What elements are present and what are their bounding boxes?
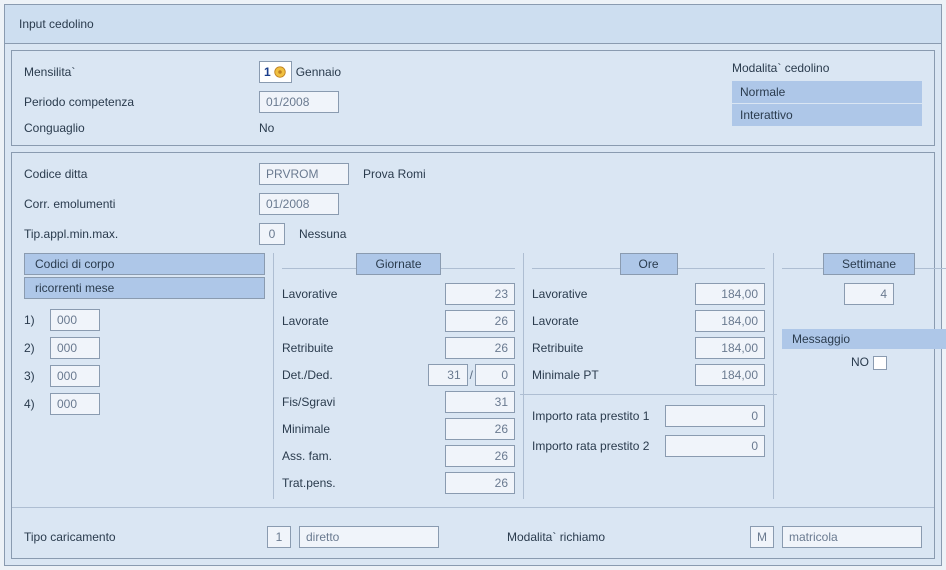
modalita-box: Modalita` cedolino Normale Interattivo — [732, 61, 922, 127]
o-lavorate-label: Lavorate — [532, 314, 695, 328]
tipo-caricamento-desc[interactable] — [299, 526, 439, 548]
g-assfam-input[interactable] — [445, 445, 515, 467]
codici-row-1-num: 1) — [24, 313, 50, 327]
codici-tab-1[interactable]: Codici di corpo — [24, 253, 265, 275]
corr-emol-input[interactable] — [259, 193, 339, 215]
codici-row-2-input[interactable] — [50, 337, 100, 359]
o-lavorative-label: Lavorative — [532, 287, 695, 301]
columns-grid: Codici di corpo ricorrenti mese 1) 2) 3)… — [24, 253, 922, 499]
g-fis-input[interactable] — [445, 391, 515, 413]
messaggio-value: NO — [851, 355, 869, 369]
codici-list: 1) 2) 3) 4) — [24, 309, 265, 415]
loan-block: Importo rata prestito 1 Importo rata pre… — [532, 405, 765, 457]
ore-column: Ore Lavorative Lavorate Retribuite Minim… — [524, 253, 774, 499]
codice-ditta-desc: Prova Romi — [363, 167, 426, 181]
g-fis-label: Fis/Sgravi — [282, 395, 445, 409]
codici-row-4-input[interactable] — [50, 393, 100, 415]
o-retribuite-input[interactable] — [695, 337, 765, 359]
g-lavorative-label: Lavorative — [282, 287, 445, 301]
giornate-tab[interactable]: Giornate — [356, 253, 440, 275]
tip-appl-desc: Nessuna — [299, 227, 346, 241]
g-minimale-input[interactable] — [445, 418, 515, 440]
tipo-caricamento-label: Tipo caricamento — [24, 530, 259, 544]
conguaglio-label: Conguaglio — [24, 121, 259, 135]
messaggio-checkbox[interactable] — [873, 356, 887, 370]
codici-row-1-input[interactable] — [50, 309, 100, 331]
o-lavorative-input[interactable] — [695, 283, 765, 305]
corr-emol-label: Corr. emolumenti — [24, 197, 259, 211]
modalita-richiamo-code[interactable] — [750, 526, 774, 548]
settimane-tab[interactable]: Settimane — [823, 253, 915, 275]
giornate-column: Giornate Lavorative Lavorate Retribuite … — [274, 253, 524, 499]
g-detded-label: Det./Ded. — [282, 368, 428, 382]
conguaglio-value: No — [259, 121, 274, 135]
g-minimale-label: Minimale — [282, 422, 445, 436]
modalita-opt-normale[interactable]: Normale — [732, 81, 922, 104]
mensilita-number: 1 — [264, 65, 271, 79]
loan2-input[interactable] — [665, 435, 765, 457]
loan2-label: Importo rata prestito 2 — [532, 439, 649, 453]
window: Input cedolino Mensilita` 1 Gennaio Peri… — [4, 4, 942, 566]
periodo-label: Periodo competenza — [24, 95, 259, 109]
o-minpt-input[interactable] — [695, 364, 765, 386]
codice-ditta-input[interactable] — [259, 163, 349, 185]
g-retribuite-label: Retribuite — [282, 341, 445, 355]
g-assfam-label: Ass. fam. — [282, 449, 445, 463]
settimane-column: Settimane Messaggio NO — [774, 253, 946, 499]
mensilita-month: Gennaio — [296, 65, 341, 79]
window-title: Input cedolino — [5, 5, 941, 44]
codici-row-2-num: 2) — [24, 341, 50, 355]
g-lavorate-label: Lavorate — [282, 314, 445, 328]
codici-row-4-num: 4) — [24, 397, 50, 411]
g-detded-b-input[interactable] — [475, 364, 515, 386]
o-minpt-label: Minimale PT — [532, 368, 695, 382]
g-retribuite-input[interactable] — [445, 337, 515, 359]
settimane-input[interactable] — [844, 283, 894, 305]
ore-tab[interactable]: Ore — [620, 253, 678, 275]
modalita-richiamo-label: Modalita` richiamo — [507, 530, 742, 544]
main-pane: Codice ditta Prova Romi Corr. emolumenti… — [11, 152, 935, 559]
modalita-richiamo-desc[interactable] — [782, 526, 922, 548]
periodo-input[interactable] — [259, 91, 339, 113]
tip-appl-label: Tip.appl.min.max. — [24, 227, 259, 241]
g-lavorate-input[interactable] — [445, 310, 515, 332]
mensilita-label: Mensilita` — [24, 65, 259, 79]
codici-row-3-input[interactable] — [50, 365, 100, 387]
bottom-row: Tipo caricamento Modalita` richiamo — [24, 516, 922, 548]
g-lavorative-input[interactable] — [445, 283, 515, 305]
messaggio-header: Messaggio — [782, 329, 946, 349]
codici-row-3-num: 3) — [24, 369, 50, 383]
o-retribuite-label: Retribuite — [532, 341, 695, 355]
slash-separator: / — [470, 368, 473, 382]
modalita-opt-interattivo[interactable]: Interattivo — [732, 104, 922, 127]
g-tratpens-label: Trat.pens. — [282, 476, 445, 490]
calendar-icon — [273, 65, 287, 79]
modalita-label: Modalita` cedolino — [732, 61, 922, 75]
codici-tab-2[interactable]: ricorrenti mese — [24, 277, 265, 299]
o-lavorate-input[interactable] — [695, 310, 765, 332]
g-tratpens-input[interactable] — [445, 472, 515, 494]
mensilita-calendar[interactable]: 1 — [259, 61, 292, 83]
loan1-input[interactable] — [665, 405, 765, 427]
header-pane: Mensilita` 1 Gennaio Periodo competenza … — [11, 50, 935, 146]
g-detded-a-input[interactable] — [428, 364, 468, 386]
loan1-label: Importo rata prestito 1 — [532, 409, 649, 423]
codici-column: Codici di corpo ricorrenti mese 1) 2) 3)… — [24, 253, 274, 499]
messaggio-block: Messaggio NO — [782, 329, 946, 370]
tipo-caricamento-code[interactable] — [267, 526, 291, 548]
codice-ditta-label: Codice ditta — [24, 167, 259, 181]
tip-appl-input[interactable] — [259, 223, 285, 245]
